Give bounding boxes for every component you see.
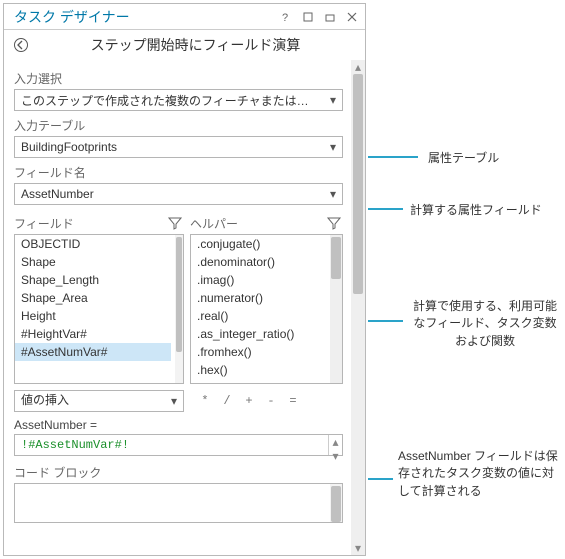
scrollbar[interactable] xyxy=(175,235,183,383)
list-item[interactable]: .as_integer_ratio() xyxy=(191,325,330,343)
form-scroll-area: 入力選択 このステップで作成された複数のフィーチャまたはレコード ▾ 入力テーブ… xyxy=(4,60,365,555)
list-item[interactable]: #AssetNumVar# xyxy=(15,343,171,361)
step-title: ステップ開始時にフィールド演算 xyxy=(32,35,359,55)
input-selection-value: このステップで作成された複数のフィーチャまたはレコード xyxy=(15,92,324,109)
scrollbar-thumb[interactable] xyxy=(353,74,363,294)
scrollbar[interactable] xyxy=(330,484,342,522)
insert-row: 値の挿入 ▾ * / +-= xyxy=(14,390,343,412)
chevron-up-icon: ▴ xyxy=(329,435,342,449)
list-item[interactable]: .numerator() xyxy=(191,289,330,307)
close-button[interactable] xyxy=(343,8,361,26)
list-item[interactable]: OBJECTID xyxy=(15,235,171,253)
chevron-down-icon: ▾ xyxy=(165,391,183,411)
chevron-down-icon: ▾ xyxy=(324,93,342,107)
list-item[interactable]: Height xyxy=(15,307,171,325)
field-name-combo[interactable]: AssetNumber ▾ xyxy=(14,183,343,205)
fields-listbox[interactable]: OBJECTIDShapeShape_LengthShape_AreaHeigh… xyxy=(14,234,184,384)
helpers-label: ヘルパー xyxy=(190,215,323,232)
insert-value-label: 値の挿入 xyxy=(15,391,165,411)
operators-row: * / +-= xyxy=(194,394,304,408)
annotation: 計算で使用する、利用可能なフィールド、タスク変数および関数 xyxy=(368,298,565,358)
chevron-down-icon: ▾ xyxy=(351,541,365,555)
expression-label: AssetNumber = xyxy=(14,418,343,432)
annotation: 計算する属性フィールド xyxy=(368,204,565,224)
expression-input[interactable]: !#AssetNumVar#! ▴ ▾ xyxy=(14,434,343,456)
lists-header: フィールド ヘルパー xyxy=(14,215,343,232)
subtitle-row: ステップ開始時にフィールド演算 xyxy=(4,30,365,60)
code-block-label: コード ブロック xyxy=(14,464,343,481)
input-table-combo[interactable]: BuildingFootprints ▾ xyxy=(14,136,343,158)
chevron-down-icon: ▾ xyxy=(324,140,342,154)
panel-title: タスク デザイナー xyxy=(14,7,273,27)
input-selection-combo[interactable]: このステップで作成された複数のフィーチャまたはレコード ▾ xyxy=(14,89,343,111)
list-item[interactable]: .conjugate() xyxy=(191,235,330,253)
chevron-down-icon: ▾ xyxy=(324,187,342,201)
fields-label: フィールド xyxy=(14,215,164,232)
operator-button[interactable]: * xyxy=(197,394,213,408)
list-item[interactable]: .imag() xyxy=(191,271,330,289)
lists-row: OBJECTIDShapeShape_LengthShape_AreaHeigh… xyxy=(14,234,343,384)
list-item[interactable]: .fromhex() xyxy=(191,343,330,361)
svg-text:?: ? xyxy=(282,12,288,23)
task-designer-panel: タスク デザイナー ? ステップ開始時にフィールド演算 xyxy=(3,3,366,556)
expression-value: !#AssetNumVar#! xyxy=(15,438,328,452)
operator-button[interactable]: = xyxy=(285,394,301,408)
field-name-value: AssetNumber xyxy=(15,187,324,201)
helpers-listbox[interactable]: .conjugate().denominator().imag().numera… xyxy=(190,234,343,384)
filter-helpers-icon[interactable] xyxy=(327,216,343,232)
annotation: AssetNumber フィールドは保存されたタスク変数の値に対して計算される xyxy=(368,448,565,508)
annotation: 属性テーブル xyxy=(368,152,558,172)
window-button[interactable] xyxy=(321,8,339,26)
list-item[interactable]: Shape xyxy=(15,253,171,271)
list-item[interactable]: Shape_Length xyxy=(15,271,171,289)
code-block-input[interactable] xyxy=(14,483,343,523)
help-button[interactable]: ? xyxy=(277,8,295,26)
field-name-label: フィールド名 xyxy=(14,164,343,181)
spinner[interactable]: ▴ ▾ xyxy=(328,435,342,455)
operator-button[interactable]: - xyxy=(263,394,279,408)
undock-button[interactable] xyxy=(299,8,317,26)
list-item[interactable]: .hex() xyxy=(191,361,330,379)
list-item[interactable]: Shape_Area xyxy=(15,289,171,307)
chevron-up-icon: ▴ xyxy=(351,60,365,74)
chevron-down-icon: ▾ xyxy=(329,449,342,463)
titlebar: タスク デザイナー ? xyxy=(4,4,365,30)
panel-scrollbar[interactable]: ▴ ▾ xyxy=(351,60,365,555)
back-button[interactable] xyxy=(10,34,32,56)
scrollbar[interactable] xyxy=(330,235,342,383)
list-item[interactable]: .real() xyxy=(191,307,330,325)
list-item[interactable]: #HeightVar# xyxy=(15,325,171,343)
insert-value-combo[interactable]: 値の挿入 ▾ xyxy=(14,390,184,412)
input-table-label: 入力テーブル xyxy=(14,117,343,134)
filter-fields-icon[interactable] xyxy=(168,216,184,232)
input-table-value: BuildingFootprints xyxy=(15,140,324,154)
operator-button[interactable]: + xyxy=(241,394,257,408)
operator-button[interactable]: / xyxy=(219,394,235,408)
input-selection-label: 入力選択 xyxy=(14,70,343,87)
list-item[interactable]: .denominator() xyxy=(191,253,330,271)
